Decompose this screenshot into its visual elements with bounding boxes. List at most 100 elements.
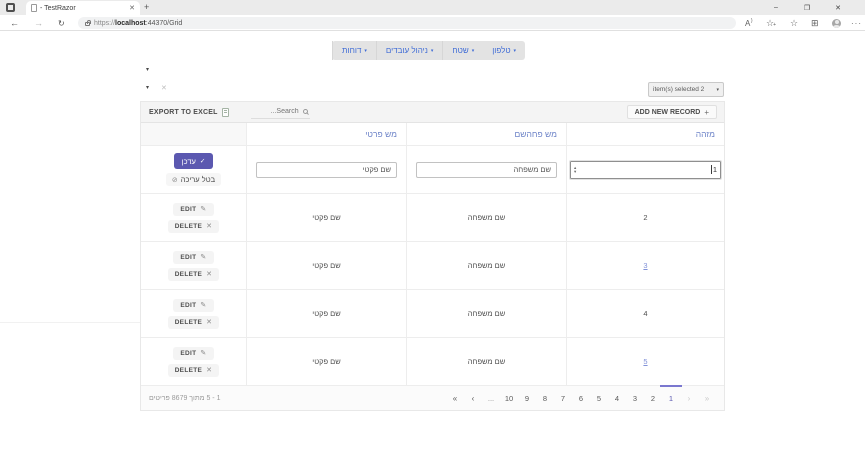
edit-row-commands: עדכן ✓ ⊘ בטל עריכה bbox=[141, 146, 246, 193]
refresh-icon[interactable]: ↻ bbox=[58, 16, 65, 30]
header-family-name[interactable]: מש פחהשם bbox=[406, 123, 566, 145]
window-close-button[interactable]: ✕ bbox=[824, 0, 852, 15]
export-label: EXPORT TO EXCEL bbox=[149, 108, 218, 116]
profile-avatar[interactable] bbox=[832, 16, 841, 30]
url-host: localhost bbox=[115, 19, 146, 27]
items-selected-dropdown[interactable]: item(s) selected 2 ▾ bbox=[648, 82, 724, 97]
window-minimize-button[interactable]: – bbox=[762, 0, 790, 15]
add-new-record-button[interactable]: ADD NEW RECORD + bbox=[626, 105, 717, 119]
pager-last-icon[interactable]: « bbox=[446, 394, 464, 403]
pager-first-icon[interactable]: » bbox=[698, 394, 716, 403]
tab-actions-icon[interactable] bbox=[6, 3, 15, 12]
x-icon: ✕ bbox=[206, 319, 213, 326]
url-protocol: https:// bbox=[94, 19, 116, 27]
pager-prev-icon[interactable]: › bbox=[680, 394, 698, 403]
pager-page-current[interactable]: 1 bbox=[660, 384, 682, 403]
pager-page-3[interactable]: 3 bbox=[626, 394, 644, 403]
x-icon: ✕ bbox=[206, 367, 213, 374]
menu-item-phone[interactable]: טלפון ▾ bbox=[483, 41, 525, 60]
search-input[interactable] bbox=[252, 108, 299, 115]
plus-icon: + bbox=[704, 107, 709, 117]
pager-page-7[interactable]: 7 bbox=[554, 394, 572, 403]
menu-item-area[interactable]: שטח ▾ bbox=[442, 41, 483, 60]
pager-page-4[interactable]: 4 bbox=[608, 394, 626, 403]
menu-item-employee-management[interactable]: ניהול עובדים ▾ bbox=[375, 41, 442, 60]
pager-page-8[interactable]: 8 bbox=[536, 394, 554, 403]
delete-button[interactable]: DELETE ✕ bbox=[167, 363, 220, 377]
pencil-icon: ✎ bbox=[200, 206, 207, 213]
edit-button[interactable]: EDIT ✎ bbox=[173, 202, 214, 216]
id-numeric-input[interactable]: ▴ ▾ 1 bbox=[569, 159, 722, 180]
grid-header-row: מש פרטי מש פחהשם מזהה bbox=[141, 123, 724, 146]
browser-toolbar: ← → ↻ https://localhost:44370/Grid A) ☆ +… bbox=[0, 15, 865, 31]
update-label: עדכן bbox=[181, 156, 196, 166]
cell-family-name: שם משפחה bbox=[406, 290, 566, 337]
read-aloud-icon[interactable]: A) bbox=[745, 16, 753, 30]
collections-icon[interactable]: ⊞ bbox=[811, 16, 819, 30]
filter-dropdown-icon[interactable]: ▾ bbox=[146, 66, 149, 73]
cell-id: 2 bbox=[566, 194, 724, 241]
filter-dropdown-icon[interactable]: ▾ bbox=[146, 84, 149, 91]
pager-next-icon[interactable]: ‹ bbox=[464, 394, 482, 403]
numeric-spinner[interactable]: ▴ ▾ bbox=[574, 165, 577, 174]
update-button[interactable]: עדכן ✓ bbox=[173, 153, 214, 169]
pager-page-6[interactable]: 6 bbox=[572, 394, 590, 403]
pager-page-10[interactable]: 10 bbox=[500, 394, 518, 403]
forward-icon[interactable]: → bbox=[34, 16, 43, 30]
clear-filter-icon[interactable]: ✕ bbox=[161, 84, 167, 92]
browser-tab[interactable]: - TestRazor ✕ bbox=[26, 1, 140, 15]
cell-first-name: שם פקטי bbox=[246, 290, 406, 337]
text-cursor bbox=[710, 165, 712, 174]
delete-button[interactable]: DELETE ✕ bbox=[167, 267, 220, 281]
id-link[interactable]: 5 bbox=[643, 357, 647, 366]
edit-button[interactable]: EDIT ✎ bbox=[173, 250, 214, 264]
pencil-icon: ✎ bbox=[200, 302, 207, 309]
address-bar[interactable]: https://localhost:44370/Grid bbox=[78, 17, 736, 29]
page: - TestRazor ✕ + – ❐ ✕ ← → ↻ https://loca… bbox=[0, 0, 865, 469]
grid-toolbar: EXPORT TO EXCEL ADD NEW RECORD + bbox=[141, 102, 724, 123]
add-favorite-icon[interactable]: ☆ + bbox=[766, 16, 776, 30]
header-id[interactable]: מזהה bbox=[566, 123, 724, 145]
tab-close-icon[interactable]: ✕ bbox=[129, 4, 135, 12]
pencil-icon: ✎ bbox=[200, 254, 207, 261]
new-tab-button[interactable]: + bbox=[144, 2, 149, 12]
check-icon: ✓ bbox=[199, 158, 206, 165]
row-commands: EDIT ✎ DELETE ✕ bbox=[141, 290, 246, 337]
data-grid: EXPORT TO EXCEL ADD NEW RECORD + מש פרטי… bbox=[140, 101, 725, 411]
pager-info: 1 - 5 מתוך 8679 פריטים bbox=[149, 394, 221, 402]
delete-button[interactable]: DELETE ✕ bbox=[167, 315, 220, 329]
first-name-input[interactable] bbox=[256, 161, 397, 178]
excel-file-icon bbox=[221, 107, 229, 117]
edit-button[interactable]: EDIT ✎ bbox=[173, 346, 214, 360]
cancel-edit-button[interactable]: ⊘ בטל עריכה bbox=[165, 173, 222, 186]
id-link[interactable]: 3 bbox=[643, 261, 647, 270]
favorites-icon[interactable]: ☆ bbox=[790, 16, 798, 30]
header-first-name[interactable]: מש פרטי bbox=[246, 123, 406, 145]
x-icon: ✕ bbox=[206, 223, 213, 230]
edit-button[interactable]: EDIT ✎ bbox=[173, 298, 214, 312]
cell-family-name: שם משפחה bbox=[406, 338, 566, 385]
table-row: EDIT ✎ DELETE ✕ שם פקטי שם משפחה 3 bbox=[141, 242, 724, 290]
family-name-input[interactable] bbox=[416, 161, 557, 178]
spinner-down-icon: ▾ bbox=[574, 168, 577, 174]
menu-item-label: טלפון bbox=[492, 46, 511, 55]
url-path: :44370/Grid bbox=[145, 19, 183, 27]
export-to-excel-button[interactable]: EXPORT TO EXCEL bbox=[149, 107, 229, 117]
pager-pages: « ‹ ... 10 9 8 7 6 5 4 3 2 1 › » bbox=[446, 384, 716, 403]
menu-item-label: ניהול עובדים bbox=[385, 46, 428, 55]
edit-cell-first-name bbox=[246, 146, 406, 193]
chevron-down-icon: ▾ bbox=[364, 48, 367, 54]
back-icon[interactable]: ← bbox=[10, 16, 19, 30]
chevron-down-icon: ▾ bbox=[513, 48, 517, 54]
window-restore-button[interactable]: ❐ bbox=[793, 0, 821, 15]
cell-family-name: שם משפחה bbox=[406, 242, 566, 289]
menu-item-reports[interactable]: דוחות ▾ bbox=[332, 41, 376, 60]
delete-button[interactable]: DELETE ✕ bbox=[167, 219, 220, 233]
cancel-edit-label: בטל עריכה bbox=[180, 175, 216, 184]
settings-more-icon[interactable]: ··· bbox=[851, 16, 862, 30]
pager-page-9[interactable]: 9 bbox=[518, 394, 536, 403]
pager-page-5[interactable]: 5 bbox=[590, 394, 608, 403]
pager-ellipsis[interactable]: ... bbox=[482, 394, 500, 403]
pager-page-2[interactable]: 2 bbox=[644, 394, 662, 403]
search-icon bbox=[302, 109, 308, 114]
